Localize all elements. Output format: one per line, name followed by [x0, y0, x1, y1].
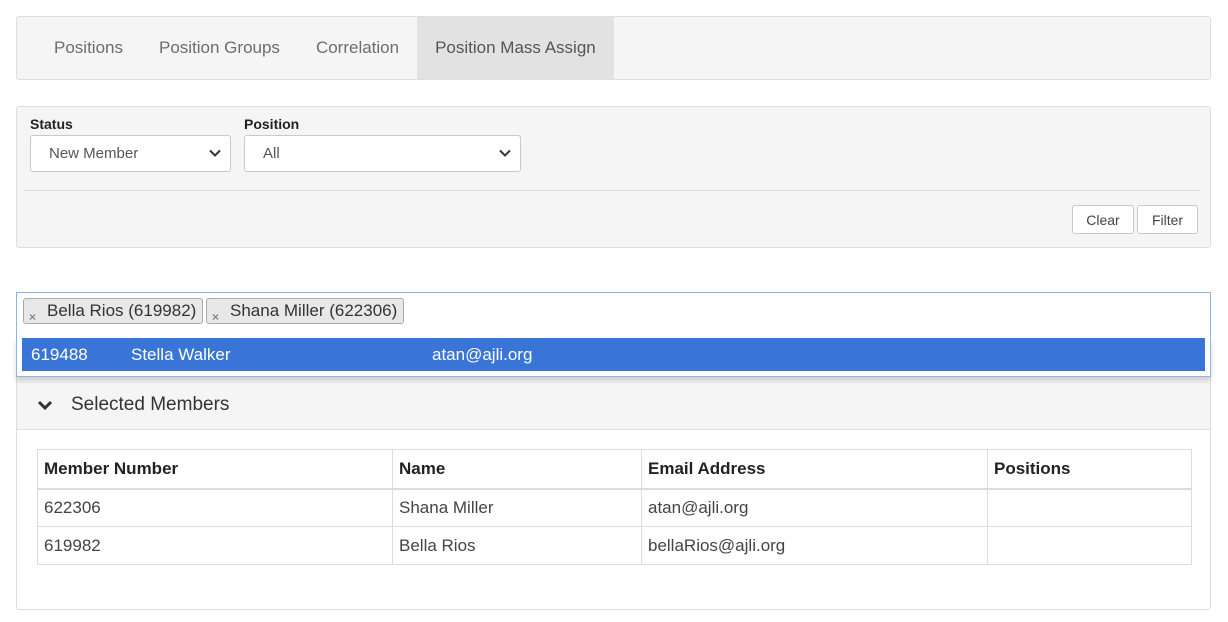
column-header: Member Number — [37, 449, 393, 490]
suggestion-email: atan@ajli.org — [432, 345, 533, 364]
member-positions-cell[interactable] — [987, 488, 1192, 527]
position-select[interactable]: All — [244, 135, 521, 172]
position-label: Position — [244, 116, 300, 132]
suggestion-name: Stella Walker — [131, 345, 231, 364]
member-email-cell: atan@ajli.org — [641, 488, 988, 527]
selected-members-header[interactable]: Selected Members — [17, 377, 1210, 430]
column-header: Name — [392, 449, 642, 490]
clear-button[interactable]: Clear — [1072, 205, 1134, 234]
member-tag[interactable]: × Bella Rios (619982) — [23, 298, 204, 324]
member-positions-cell[interactable] — [987, 526, 1192, 565]
tab-correlation[interactable]: Correlation — [298, 17, 417, 79]
selected-members-panel: Selected Members Member Number Name Emai… — [16, 377, 1211, 610]
column-header: Positions — [987, 449, 1192, 490]
position-select-value: All — [263, 145, 280, 162]
chevron-down-icon[interactable] — [37, 399, 53, 411]
table-row: 619982 Bella Rios bellaRios@ajli.org — [37, 526, 1192, 565]
selected-members-table: Member Number Name Email Address Positio… — [37, 449, 1192, 565]
member-suggestion-dropdown: 619488 Stella Walker atan@ajli.org — [16, 338, 1211, 377]
close-icon[interactable]: × — [29, 311, 36, 323]
tab-bar: Positions Position Groups Correlation Po… — [16, 16, 1211, 80]
member-email-cell: bellaRios@ajli.org — [641, 526, 988, 565]
member-number-cell: 622306 — [37, 488, 393, 527]
tab-position-mass-assign[interactable]: Position Mass Assign — [417, 17, 614, 79]
member-tag-label: Bella Rios (619982) — [47, 301, 197, 320]
table-header-row: Member Number Name Email Address Positio… — [37, 449, 1192, 490]
tab-positions[interactable]: Positions — [36, 17, 141, 79]
selected-members-title: Selected Members — [71, 394, 230, 415]
member-suggestion-item[interactable]: 619488 Stella Walker atan@ajli.org — [22, 338, 1205, 371]
filter-panel: Status New Member Position All Clear Fil… — [16, 106, 1211, 248]
member-tag[interactable]: × Shana Miller (622306) — [206, 298, 405, 324]
suggestion-number: 619488 — [31, 345, 88, 364]
status-label: Status — [30, 116, 73, 132]
chevron-down-icon — [499, 149, 511, 157]
chevron-down-icon — [209, 149, 221, 157]
member-tag-label: Shana Miller (622306) — [230, 301, 398, 320]
member-number-cell: 619982 — [37, 526, 393, 565]
member-search-input[interactable]: × Bella Rios (619982) × Shana Miller (62… — [16, 292, 1211, 338]
status-select-value: New Member — [49, 145, 139, 162]
close-icon[interactable]: × — [212, 311, 219, 323]
filter-button[interactable]: Filter — [1137, 205, 1198, 234]
filter-divider — [24, 190, 1200, 191]
table-row: 622306 Shana Miller atan@ajli.org — [37, 488, 1192, 527]
status-select[interactable]: New Member — [30, 135, 231, 172]
tab-position-groups[interactable]: Position Groups — [141, 17, 298, 79]
member-name-cell: Shana Miller — [392, 488, 642, 527]
column-header: Email Address — [641, 449, 988, 490]
member-name-cell: Bella Rios — [392, 526, 642, 565]
